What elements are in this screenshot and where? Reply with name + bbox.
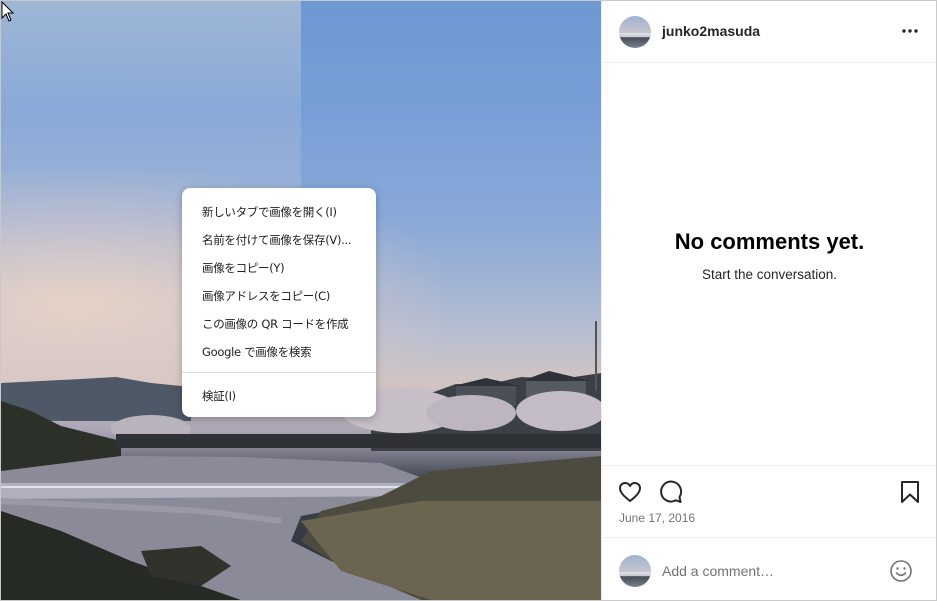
bookmark-icon[interactable] bbox=[897, 479, 923, 505]
instagram-post-window: 新しいタブで画像を開く(I) 名前を付けて画像を保存(V)... 画像をコピー(… bbox=[0, 0, 937, 601]
menu-item-inspect[interactable]: 検証(I) bbox=[202, 388, 236, 404]
post-side-panel: junko2masuda No comments yet. Start the … bbox=[601, 1, 936, 600]
menu-item-search-google[interactable]: Google で画像を検索 bbox=[202, 344, 312, 360]
menu-separator bbox=[182, 372, 376, 373]
avatar[interactable] bbox=[619, 16, 651, 48]
comment-divider bbox=[602, 537, 936, 538]
menu-item-copy-image-address[interactable]: 画像アドレスをコピー(C) bbox=[202, 288, 330, 304]
menu-item-copy-image[interactable]: 画像をコピー(Y) bbox=[202, 260, 285, 276]
menu-item-open-image-new-tab[interactable]: 新しいタブで画像を開く(I) bbox=[202, 204, 337, 220]
post-username[interactable]: junko2masuda bbox=[662, 23, 760, 39]
header-divider bbox=[602, 62, 936, 63]
actions-divider bbox=[602, 465, 936, 466]
menu-item-create-qr-code[interactable]: この画像の QR コードを作成 bbox=[202, 316, 349, 332]
comment-bubble-icon[interactable] bbox=[658, 479, 684, 505]
no-comments-subtitle: Start the conversation. bbox=[701, 267, 838, 282]
comment-input[interactable] bbox=[662, 562, 862, 580]
more-horizontal-icon[interactable] bbox=[900, 21, 920, 41]
menu-item-save-image-as[interactable]: 名前を付けて画像を保存(V)... bbox=[202, 232, 352, 248]
avatar bbox=[619, 555, 651, 587]
context-menu: 新しいタブで画像を開く(I) 名前を付けて画像を保存(V)... 画像をコピー(… bbox=[182, 188, 376, 417]
no-comments-title: No comments yet. bbox=[674, 229, 865, 254]
mouse-cursor-icon bbox=[1, 1, 15, 22]
heart-icon[interactable] bbox=[617, 479, 643, 505]
post-date: June 17, 2016 bbox=[619, 511, 696, 525]
post-photo[interactable]: 新しいタブで画像を開く(I) 名前を付けて画像を保存(V)... 画像をコピー(… bbox=[1, 1, 601, 600]
smiley-icon[interactable] bbox=[888, 558, 914, 584]
